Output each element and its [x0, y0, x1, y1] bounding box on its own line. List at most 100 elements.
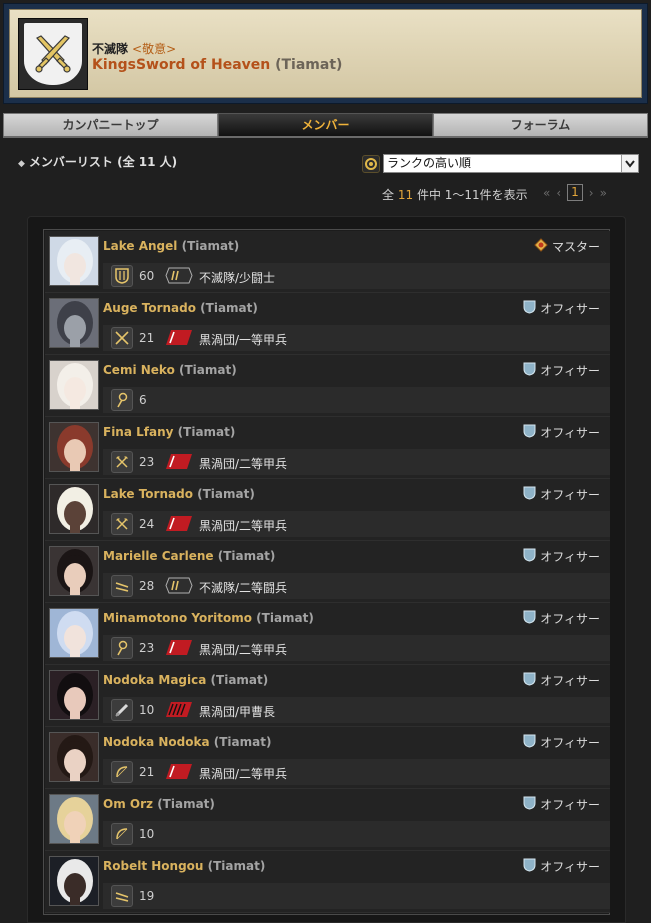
member-row[interactable]: Nodoka Nodoka (Tiamat) オフィサー 21 黒渦団/二等甲兵 [45, 727, 610, 789]
member-name-text[interactable]: Minamotono Yoritomo [103, 611, 252, 625]
member-name-text[interactable]: Lake Angel [103, 239, 177, 253]
member-world: (Tiamat) [181, 239, 240, 253]
member-role: オフィサー [523, 486, 600, 503]
member-portrait[interactable] [49, 732, 99, 782]
member-portrait[interactable] [49, 298, 99, 348]
sort-control: ランクの高い順 [362, 154, 639, 173]
prev-page-icon[interactable]: ‹ [556, 186, 561, 200]
member-portrait[interactable] [49, 236, 99, 286]
member-row[interactable]: Marielle Carlene (Tiamat) オフィサー 28 不滅隊/二… [45, 541, 610, 603]
member-name[interactable]: Nodoka Magica (Tiamat) [103, 673, 268, 687]
member-level: 10 [139, 827, 155, 841]
member-role: オフィサー [523, 734, 600, 751]
officer-icon [523, 796, 536, 813]
member-role-text: オフィサー [540, 364, 600, 378]
member-row[interactable]: Cemi Neko (Tiamat) オフィサー 6 [45, 355, 610, 417]
member-world: (Tiamat) [207, 859, 266, 873]
dagger-icon [111, 575, 133, 597]
member-role-text: オフィサー [540, 612, 600, 626]
member-name[interactable]: Lake Angel (Tiamat) [103, 239, 239, 253]
member-world: (Tiamat) [217, 549, 276, 563]
tab-divider [3, 136, 648, 138]
member-portrait[interactable] [49, 608, 99, 658]
member-row[interactable]: Auge Tornado (Tiamat) オフィサー 21 黒渦団/一等甲兵 [45, 293, 610, 355]
member-row[interactable]: Minamotono Yoritomo (Tiamat) オフィサー 23 黒渦… [45, 603, 610, 665]
next-page-icon[interactable]: › [589, 186, 594, 200]
member-name-text[interactable]: Marielle Carlene [103, 549, 214, 563]
tab-members[interactable]: メンバー [218, 113, 433, 137]
member-name[interactable]: Minamotono Yoritomo (Tiamat) [103, 611, 314, 625]
member-name[interactable]: Robelt Hongou (Tiamat) [103, 859, 265, 873]
member-name[interactable]: Auge Tornado (Tiamat) [103, 301, 258, 315]
member-level: 23 [139, 455, 155, 469]
sort-select[interactable]: ランクの高い順 [383, 154, 639, 173]
sword-icon [111, 699, 133, 721]
last-page-icon[interactable]: » [600, 186, 607, 200]
sort-select-value: ランクの高い順 [387, 156, 472, 170]
member-level: 28 [139, 579, 155, 593]
member-level: 6 [139, 393, 147, 407]
member-name-text[interactable]: Cemi Neko [103, 363, 175, 377]
member-row[interactable]: Om Orz (Tiamat) オフィサー 10 [45, 789, 610, 851]
tab-company-top[interactable]: カンパニートップ [3, 113, 218, 137]
member-portrait[interactable] [49, 422, 99, 472]
officer-icon [523, 486, 536, 503]
member-world: (Tiamat) [256, 611, 314, 625]
current-page[interactable]: 1 [567, 184, 583, 201]
member-row[interactable]: Robelt Hongou (Tiamat) オフィサー 19 [45, 851, 610, 913]
grand-company-icon [165, 639, 193, 656]
member-name-text[interactable]: Om Orz [103, 797, 153, 811]
first-page-icon[interactable]: « [543, 186, 550, 200]
member-role-text: オフィサー [540, 674, 600, 688]
member-portrait[interactable] [49, 484, 99, 534]
member-name[interactable]: Fina Lfany (Tiamat) [103, 425, 235, 439]
member-name[interactable]: Om Orz (Tiamat) [103, 797, 215, 811]
member-gc-rank: 不滅隊/少闘士 [199, 271, 276, 285]
company-name[interactable]: KingsSword of Heaven (Tiamat) [92, 57, 342, 73]
member-name[interactable]: Nodoka Nodoka (Tiamat) [103, 735, 271, 749]
count-suffix: 件中 1〜11件を表示 [416, 188, 528, 202]
member-name-text[interactable]: Nodoka Magica [103, 673, 206, 687]
member-name-text[interactable]: Robelt Hongou [103, 859, 203, 873]
grand-company-icon [165, 515, 193, 532]
member-portrait[interactable] [49, 794, 99, 844]
member-role: オフィサー [523, 424, 600, 441]
member-role-text: オフィサー [540, 798, 600, 812]
diamond-icon: ◆ [18, 159, 25, 169]
bow-icon [111, 761, 133, 783]
member-name[interactable]: Lake Tornado (Tiamat) [103, 487, 255, 501]
member-portrait[interactable] [49, 670, 99, 720]
chevron-down-icon[interactable] [621, 155, 638, 172]
member-world: (Tiamat) [157, 797, 215, 811]
member-name-text[interactable]: Fina Lfany [103, 425, 173, 439]
member-name[interactable]: Cemi Neko (Tiamat) [103, 363, 237, 377]
member-portrait[interactable] [49, 546, 99, 596]
member-name[interactable]: Marielle Carlene (Tiamat) [103, 549, 275, 563]
member-level: 19 [139, 889, 155, 903]
member-role-text: マスター [551, 240, 600, 254]
officer-icon [523, 858, 536, 875]
member-row[interactable]: Lake Angel (Tiamat) マスター 60 不滅隊/少闘士 [45, 231, 610, 293]
member-portrait[interactable] [49, 360, 99, 410]
member-name-text[interactable]: Lake Tornado [103, 487, 193, 501]
count-total: 11 [397, 188, 414, 202]
member-portrait[interactable] [49, 856, 99, 906]
member-role: オフィサー [523, 672, 600, 689]
officer-icon [523, 424, 536, 441]
member-gc-rank: 黒渦団/二等甲兵 [199, 457, 288, 471]
member-world: (Tiamat) [177, 425, 236, 439]
member-role: マスター [534, 238, 600, 255]
officer-icon [523, 734, 536, 751]
member-row[interactable]: Lake Tornado (Tiamat) オフィサー 24 黒渦団/二等甲兵 [45, 479, 610, 541]
member-name-text[interactable]: Auge Tornado [103, 301, 196, 315]
grand-company-icon [165, 763, 193, 780]
member-row[interactable]: Nodoka Magica (Tiamat) オフィサー 10 黒渦団/甲曹長 [45, 665, 610, 727]
company-name-text[interactable]: KingsSword of Heaven [92, 57, 270, 73]
company-banner-panel: 不滅隊 <敬意> KingsSword of Heaven (Tiamat) [9, 9, 642, 98]
staff-icon [111, 389, 133, 411]
tab-forum[interactable]: フォーラム [433, 113, 648, 137]
company-world: (Tiamat) [275, 57, 343, 73]
company-crest [18, 18, 88, 90]
member-name-text[interactable]: Nodoka Nodoka [103, 735, 210, 749]
member-row[interactable]: Fina Lfany (Tiamat) オフィサー 23 黒渦団/二等甲兵 [45, 417, 610, 479]
